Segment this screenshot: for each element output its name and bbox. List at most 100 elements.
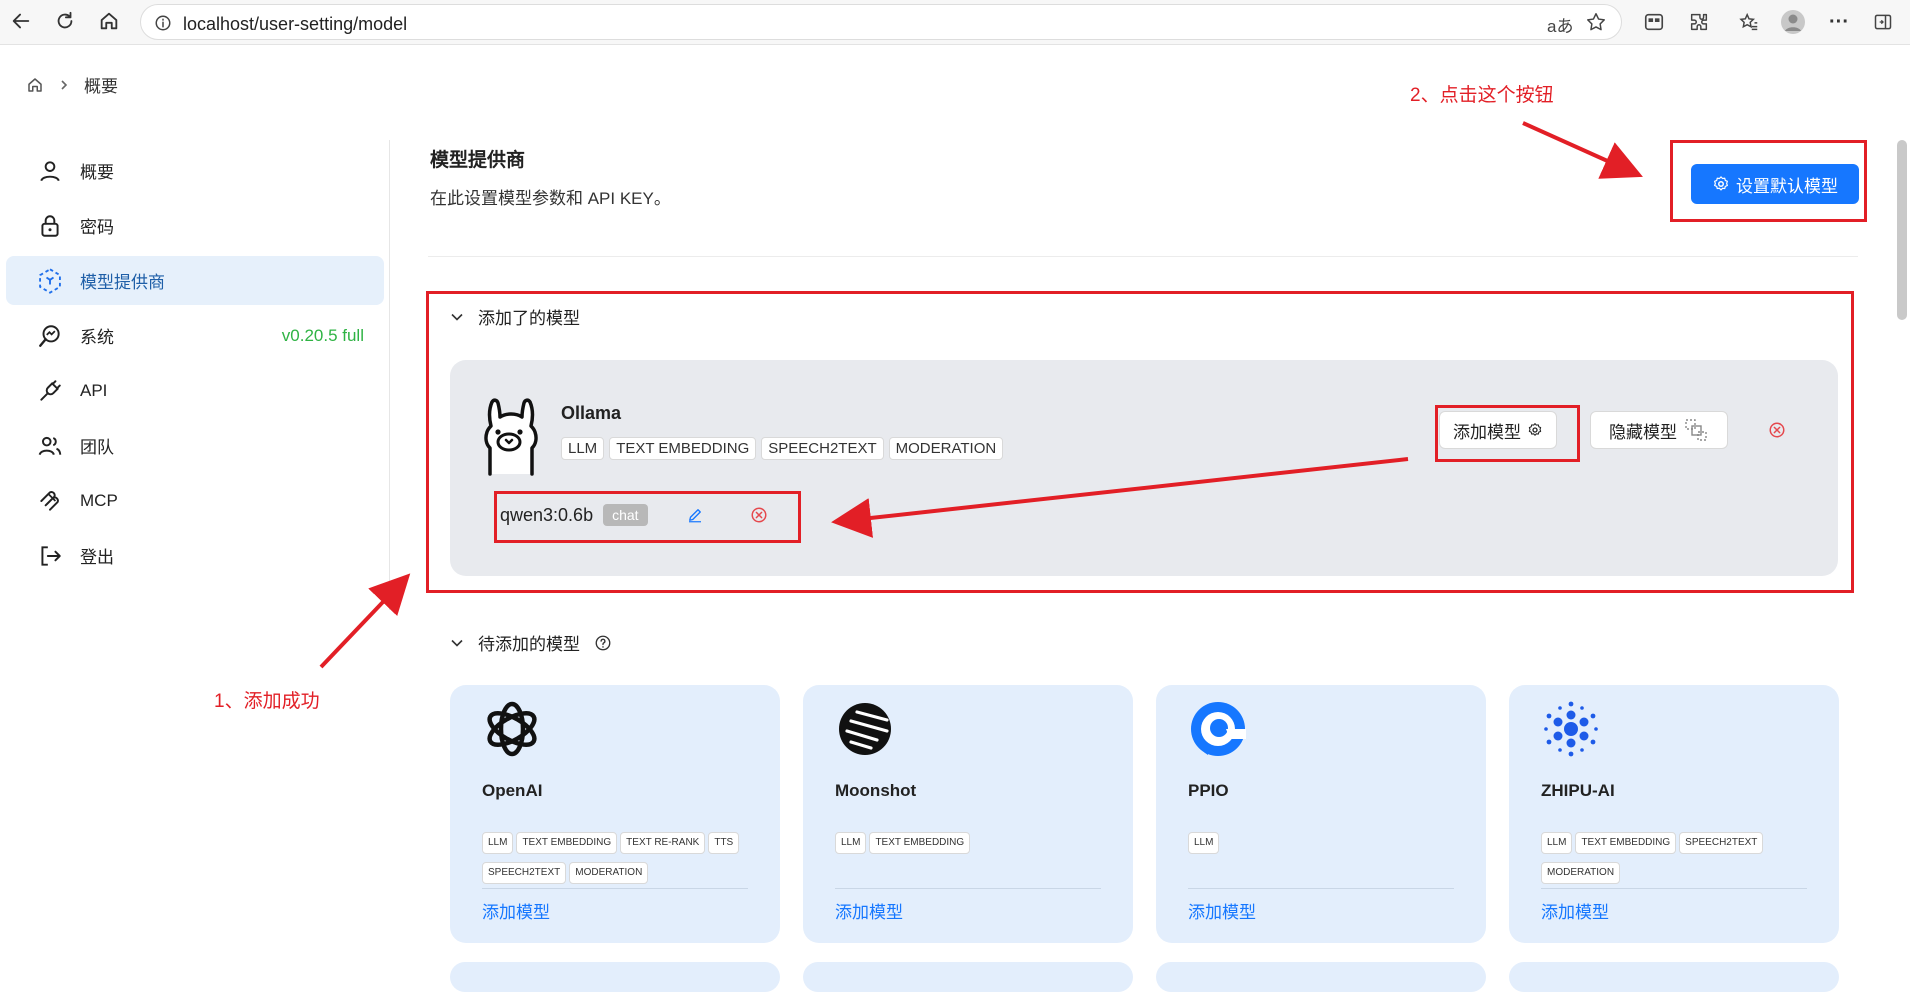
workspaces-icon[interactable] (1641, 9, 1667, 35)
pending-models-title: 待添加的模型 (478, 635, 580, 654)
chevron-right-icon (58, 79, 70, 91)
help-question-icon[interactable] (594, 634, 612, 652)
sidebar-item-label: MCP (80, 490, 118, 510)
logout-icon (36, 542, 64, 570)
sidebar-divider (389, 140, 390, 610)
card-divider (482, 888, 748, 889)
home-icon[interactable] (96, 8, 122, 34)
sidebar-item-team[interactable]: 团队 (6, 421, 384, 470)
sidebar-item-overview[interactable]: 概要 (6, 146, 384, 195)
mcp-icon (36, 487, 64, 515)
provider-tag: MODERATION (1541, 862, 1621, 884)
provider-name: PPIO (1188, 781, 1229, 800)
provider-tag: TEXT RE-RANK (620, 832, 706, 854)
provider-tag: TEXT EMBEDDING (1575, 832, 1677, 854)
annotation-step2-text: 2、点击这个按钮 (1410, 85, 1554, 106)
annotation-box-add-model (1435, 405, 1580, 462)
header-divider (428, 256, 1858, 257)
sidebar-item-label: 团队 (80, 438, 114, 457)
sidebar-item-logout[interactable]: 登出 (6, 531, 384, 580)
chevron-down-icon (450, 636, 464, 650)
provider-tags: LLM TEXT EMBEDDING (835, 826, 1105, 856)
sidebar-item-label: 模型提供商 (80, 273, 165, 292)
provider-tag: SPEECH2TEXT (482, 862, 567, 884)
provider-name: ZHIPU-AI (1541, 781, 1615, 800)
address-bar[interactable]: localhost/user-setting/model aあ (140, 4, 1622, 40)
breadcrumb-home-icon[interactable] (26, 76, 44, 94)
extensions-icon[interactable] (1686, 9, 1712, 35)
annotation-box-added-models (426, 291, 1854, 593)
back-icon[interactable] (8, 8, 34, 34)
breadcrumb: 概要 (26, 72, 118, 97)
provider-card-partial (1156, 962, 1486, 992)
provider-tag: SPEECH2TEXT (1679, 832, 1764, 854)
provider-tag: LLM (482, 832, 514, 854)
provider-card-openai: OpenAI LLM TEXT EMBEDDING TEXT RE-RANK TTS S… (450, 685, 780, 943)
provider-card-ppio: PPIO LLM 添加模型 (1156, 685, 1486, 943)
add-model-link[interactable]: 添加模型 (835, 898, 903, 923)
openai-logo-icon (482, 699, 542, 759)
card-divider (1188, 888, 1454, 889)
provider-tag: LLM (1541, 832, 1573, 854)
provider-tag: TEXT EMBEDDING (869, 832, 971, 854)
more-options-icon[interactable]: ··· (1826, 9, 1852, 35)
provider-tag: TTS (708, 832, 740, 854)
annotation-step1-text: 1、添加成功 (214, 691, 320, 712)
breadcrumb-current: 概要 (84, 77, 118, 96)
provider-card-moonshot: Moonshot LLM TEXT EMBEDDING 添加模型 (803, 685, 1133, 943)
provider-tag: LLM (835, 832, 867, 854)
sidebar-item-label: 概要 (80, 163, 114, 182)
sidebar-item-api[interactable]: API (6, 366, 384, 415)
page-title: 模型提供商 (430, 150, 526, 171)
site-info-icon[interactable] (154, 14, 172, 32)
card-divider (1541, 888, 1807, 889)
provider-card-zhipu: ZHIPU-AI LLM TEXT EMBEDDING SPEECH2TEXT MOD… (1509, 685, 1839, 943)
team-icon (36, 432, 64, 460)
add-model-link[interactable]: 添加模型 (482, 898, 550, 923)
sidebar-item-label: 系统 (80, 328, 114, 347)
reload-icon[interactable] (52, 8, 78, 34)
lock-icon (36, 212, 64, 240)
provider-tags: LLM TEXT EMBEDDING TEXT RE-RANK TTS SPEECH2T… (482, 826, 752, 886)
sidebar-item-password[interactable]: 密码 (6, 201, 384, 250)
plug-icon (36, 377, 64, 405)
provider-tags: LLM TEXT EMBEDDING SPEECH2TEXT MODERATION (1541, 826, 1811, 886)
page-scrollbar[interactable] (1897, 140, 1907, 320)
moonshot-logo-icon (835, 699, 895, 759)
page-description: 在此设置模型参数和 API KEY。 (430, 189, 671, 208)
favorites-icon[interactable] (1736, 9, 1762, 35)
add-model-link[interactable]: 添加模型 (1541, 898, 1609, 923)
provider-tag: TEXT EMBEDDING (516, 832, 618, 854)
provider-tag: MODERATION (569, 862, 649, 884)
model-provider-icon (36, 267, 64, 295)
sidebar-item-model-provider[interactable]: 模型提供商 (6, 256, 384, 305)
pending-models-header[interactable]: 待添加的模型 (450, 630, 612, 655)
sidebar-item-label: 登出 (80, 548, 114, 567)
add-model-link[interactable]: 添加模型 (1188, 898, 1256, 923)
read-aloud-icon[interactable]: aあ (1547, 12, 1573, 37)
sidebar-item-label: API (80, 380, 108, 400)
provider-card-partial (1509, 962, 1839, 992)
sidebar-toggle-icon[interactable] (1870, 9, 1896, 35)
arrow-to-default-button (1522, 121, 1643, 179)
url-text[interactable]: localhost/user-setting/model (183, 14, 407, 35)
profile-avatar-icon[interactable] (1780, 9, 1806, 35)
provider-card-partial (450, 962, 780, 992)
sidebar-item-system[interactable]: 系统 v0.20.5 full (6, 311, 384, 360)
card-divider (835, 888, 1101, 889)
browser-toolbar: localhost/user-setting/model aあ ··· (0, 0, 1910, 45)
sidebar-item-label: 密码 (80, 218, 114, 237)
annotation-box-default-button (1670, 140, 1867, 222)
annotation-box-model-row (494, 491, 801, 543)
provider-name: Moonshot (835, 781, 917, 800)
provider-name: OpenAI (482, 781, 543, 800)
favorite-star-icon[interactable] (1585, 11, 1607, 33)
zhipu-logo-icon (1541, 699, 1601, 759)
version-label: v0.20.5 full (281, 325, 364, 345)
provider-tags: LLM (1188, 826, 1458, 856)
provider-tag: LLM (1188, 832, 1220, 854)
provider-card-partial (803, 962, 1133, 992)
system-icon (36, 322, 64, 350)
sidebar-item-mcp[interactable]: MCP (6, 476, 384, 525)
user-icon (36, 157, 64, 185)
